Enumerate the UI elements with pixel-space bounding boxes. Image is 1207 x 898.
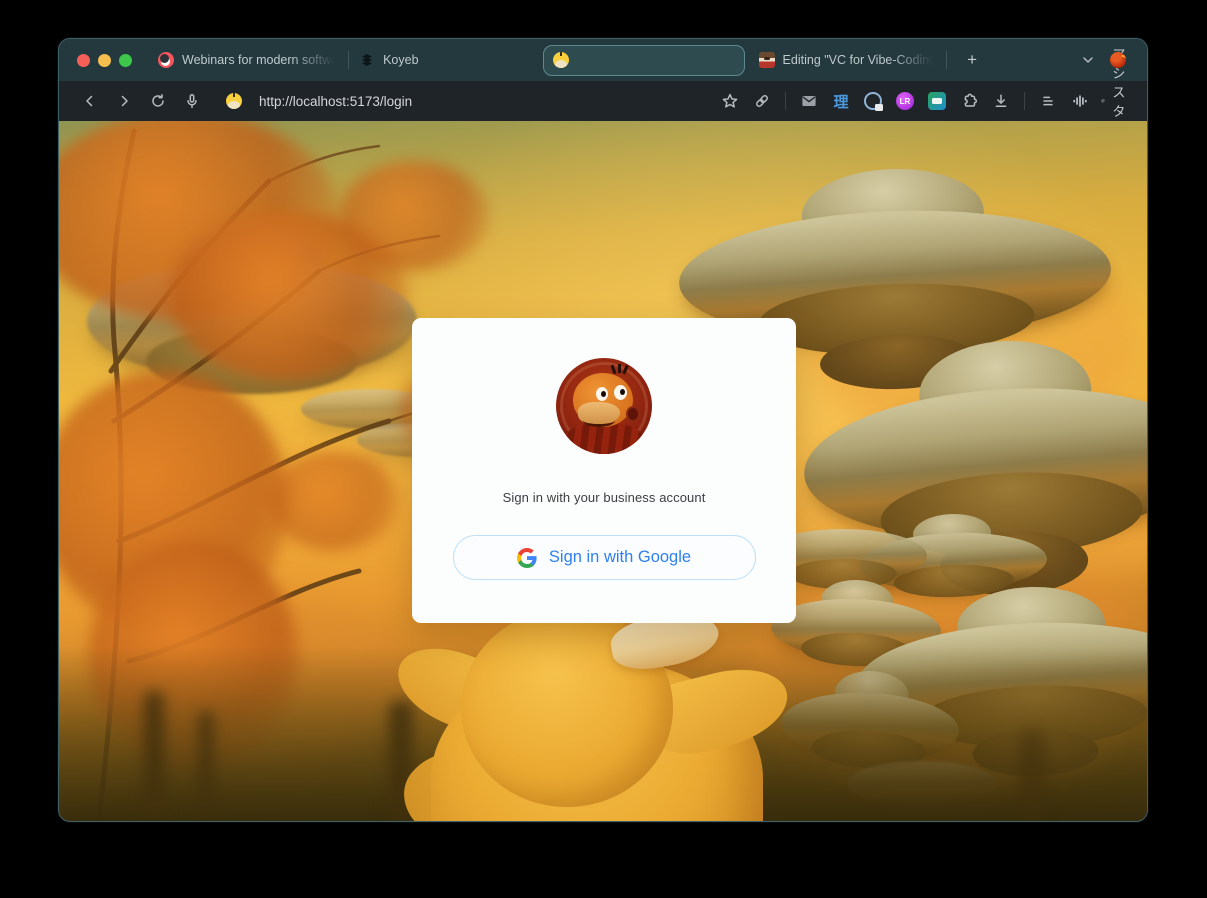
reload-button[interactable]	[143, 86, 173, 116]
forward-button[interactable]	[109, 86, 139, 116]
google-logo-icon	[517, 548, 537, 568]
extensions-button[interactable]	[954, 86, 984, 116]
psyduck-favicon-icon	[553, 52, 569, 68]
window-controls	[77, 54, 132, 67]
toolbar-separator	[1024, 92, 1025, 110]
tab-editing-label: Editing "VC for Vibe-Coding	[783, 53, 937, 67]
reader-lines-icon	[1039, 92, 1057, 110]
microphone-icon	[183, 92, 201, 110]
foliage-illustration	[269, 451, 399, 551]
reader-view-button[interactable]	[1033, 86, 1063, 116]
star-icon	[721, 92, 739, 110]
trunk-illustration	[1019, 731, 1045, 821]
tab-overflow-button[interactable]	[1073, 45, 1103, 75]
japanese-reader-extension-button[interactable]: 理	[826, 86, 856, 116]
tab-bar: Webinars for modern softwa Koyeb Editing…	[59, 39, 1147, 81]
mail-extension-button[interactable]	[794, 86, 824, 116]
address-bar-url[interactable]: http://localhost:5173/login	[259, 94, 412, 109]
browser-profile-orb-icon	[1110, 52, 1126, 68]
lr-extension-button[interactable]: LR	[890, 86, 920, 116]
privacy-extension-button[interactable]	[858, 86, 888, 116]
chevron-down-icon	[1079, 51, 1097, 69]
new-tab-button[interactable]: +	[961, 50, 983, 70]
copy-link-button[interactable]	[747, 86, 777, 116]
tab-webinars-label: Webinars for modern softwa	[182, 53, 338, 67]
navigation-bar: http://localhost:5173/login 理	[59, 81, 1147, 121]
close-button[interactable]	[77, 54, 90, 67]
downloads-button[interactable]	[986, 86, 1016, 116]
bookmark-button[interactable]	[715, 86, 745, 116]
avatar	[556, 358, 652, 454]
reload-icon	[149, 92, 167, 110]
google-signin-label: Sign in with Google	[549, 548, 691, 567]
tab-active-psyduck[interactable]	[543, 45, 745, 76]
trunk-illustration	[144, 691, 164, 821]
pixel-dog-favicon-icon	[759, 52, 775, 68]
trunk-illustration	[199, 711, 213, 821]
tab-separator	[348, 51, 349, 69]
page-viewport: Sign in with your business account Sign …	[59, 121, 1147, 821]
voice-visualizer-button[interactable]	[1065, 86, 1095, 116]
login-subtitle: Sign in with your business account	[503, 490, 706, 505]
kanji-badge-icon: 理	[833, 91, 848, 112]
tab-koyeb-label: Koyeb	[383, 53, 418, 67]
download-icon	[992, 92, 1010, 110]
chevron-right-icon	[115, 92, 133, 110]
koyeb-layers-icon	[359, 52, 375, 68]
equalizer-bars-icon	[1071, 92, 1089, 110]
tab-koyeb[interactable]: Koyeb	[359, 52, 418, 68]
tab-editing[interactable]: Editing "VC for Vibe-Coding	[759, 52, 937, 68]
lr-badge-icon: LR	[896, 92, 914, 110]
minimize-button[interactable]	[98, 54, 111, 67]
toolbar-actions: 理 LR	[715, 86, 1131, 116]
site-favicon-psyduck-icon	[226, 93, 242, 109]
toolbar-separator	[785, 92, 786, 110]
tab-webinars[interactable]: Webinars for modern softwa	[158, 52, 338, 68]
google-signin-button[interactable]: Sign in with Google	[453, 535, 756, 580]
video-square-icon	[928, 92, 946, 110]
zoom-button[interactable]	[119, 54, 132, 67]
lock-circle-icon	[864, 92, 882, 110]
webinars-favicon-icon	[158, 52, 174, 68]
tab-separator	[946, 51, 947, 69]
foliage-illustration	[339, 161, 489, 271]
browser-window: Webinars for modern softwa Koyeb Editing…	[58, 38, 1148, 822]
back-button[interactable]	[75, 86, 105, 116]
video-extension-button[interactable]	[922, 86, 952, 116]
voice-search-button[interactable]	[177, 86, 207, 116]
login-card: Sign in with your business account Sign …	[412, 318, 796, 623]
mail-envelope-icon	[800, 92, 818, 110]
site-identity-button[interactable]	[219, 86, 249, 116]
puzzle-piece-icon	[960, 92, 978, 110]
assistant-button[interactable]: アシスタント	[1101, 86, 1131, 116]
link-icon	[753, 92, 771, 110]
chevron-left-icon	[81, 92, 99, 110]
assistant-spiral-icon	[1101, 92, 1105, 110]
